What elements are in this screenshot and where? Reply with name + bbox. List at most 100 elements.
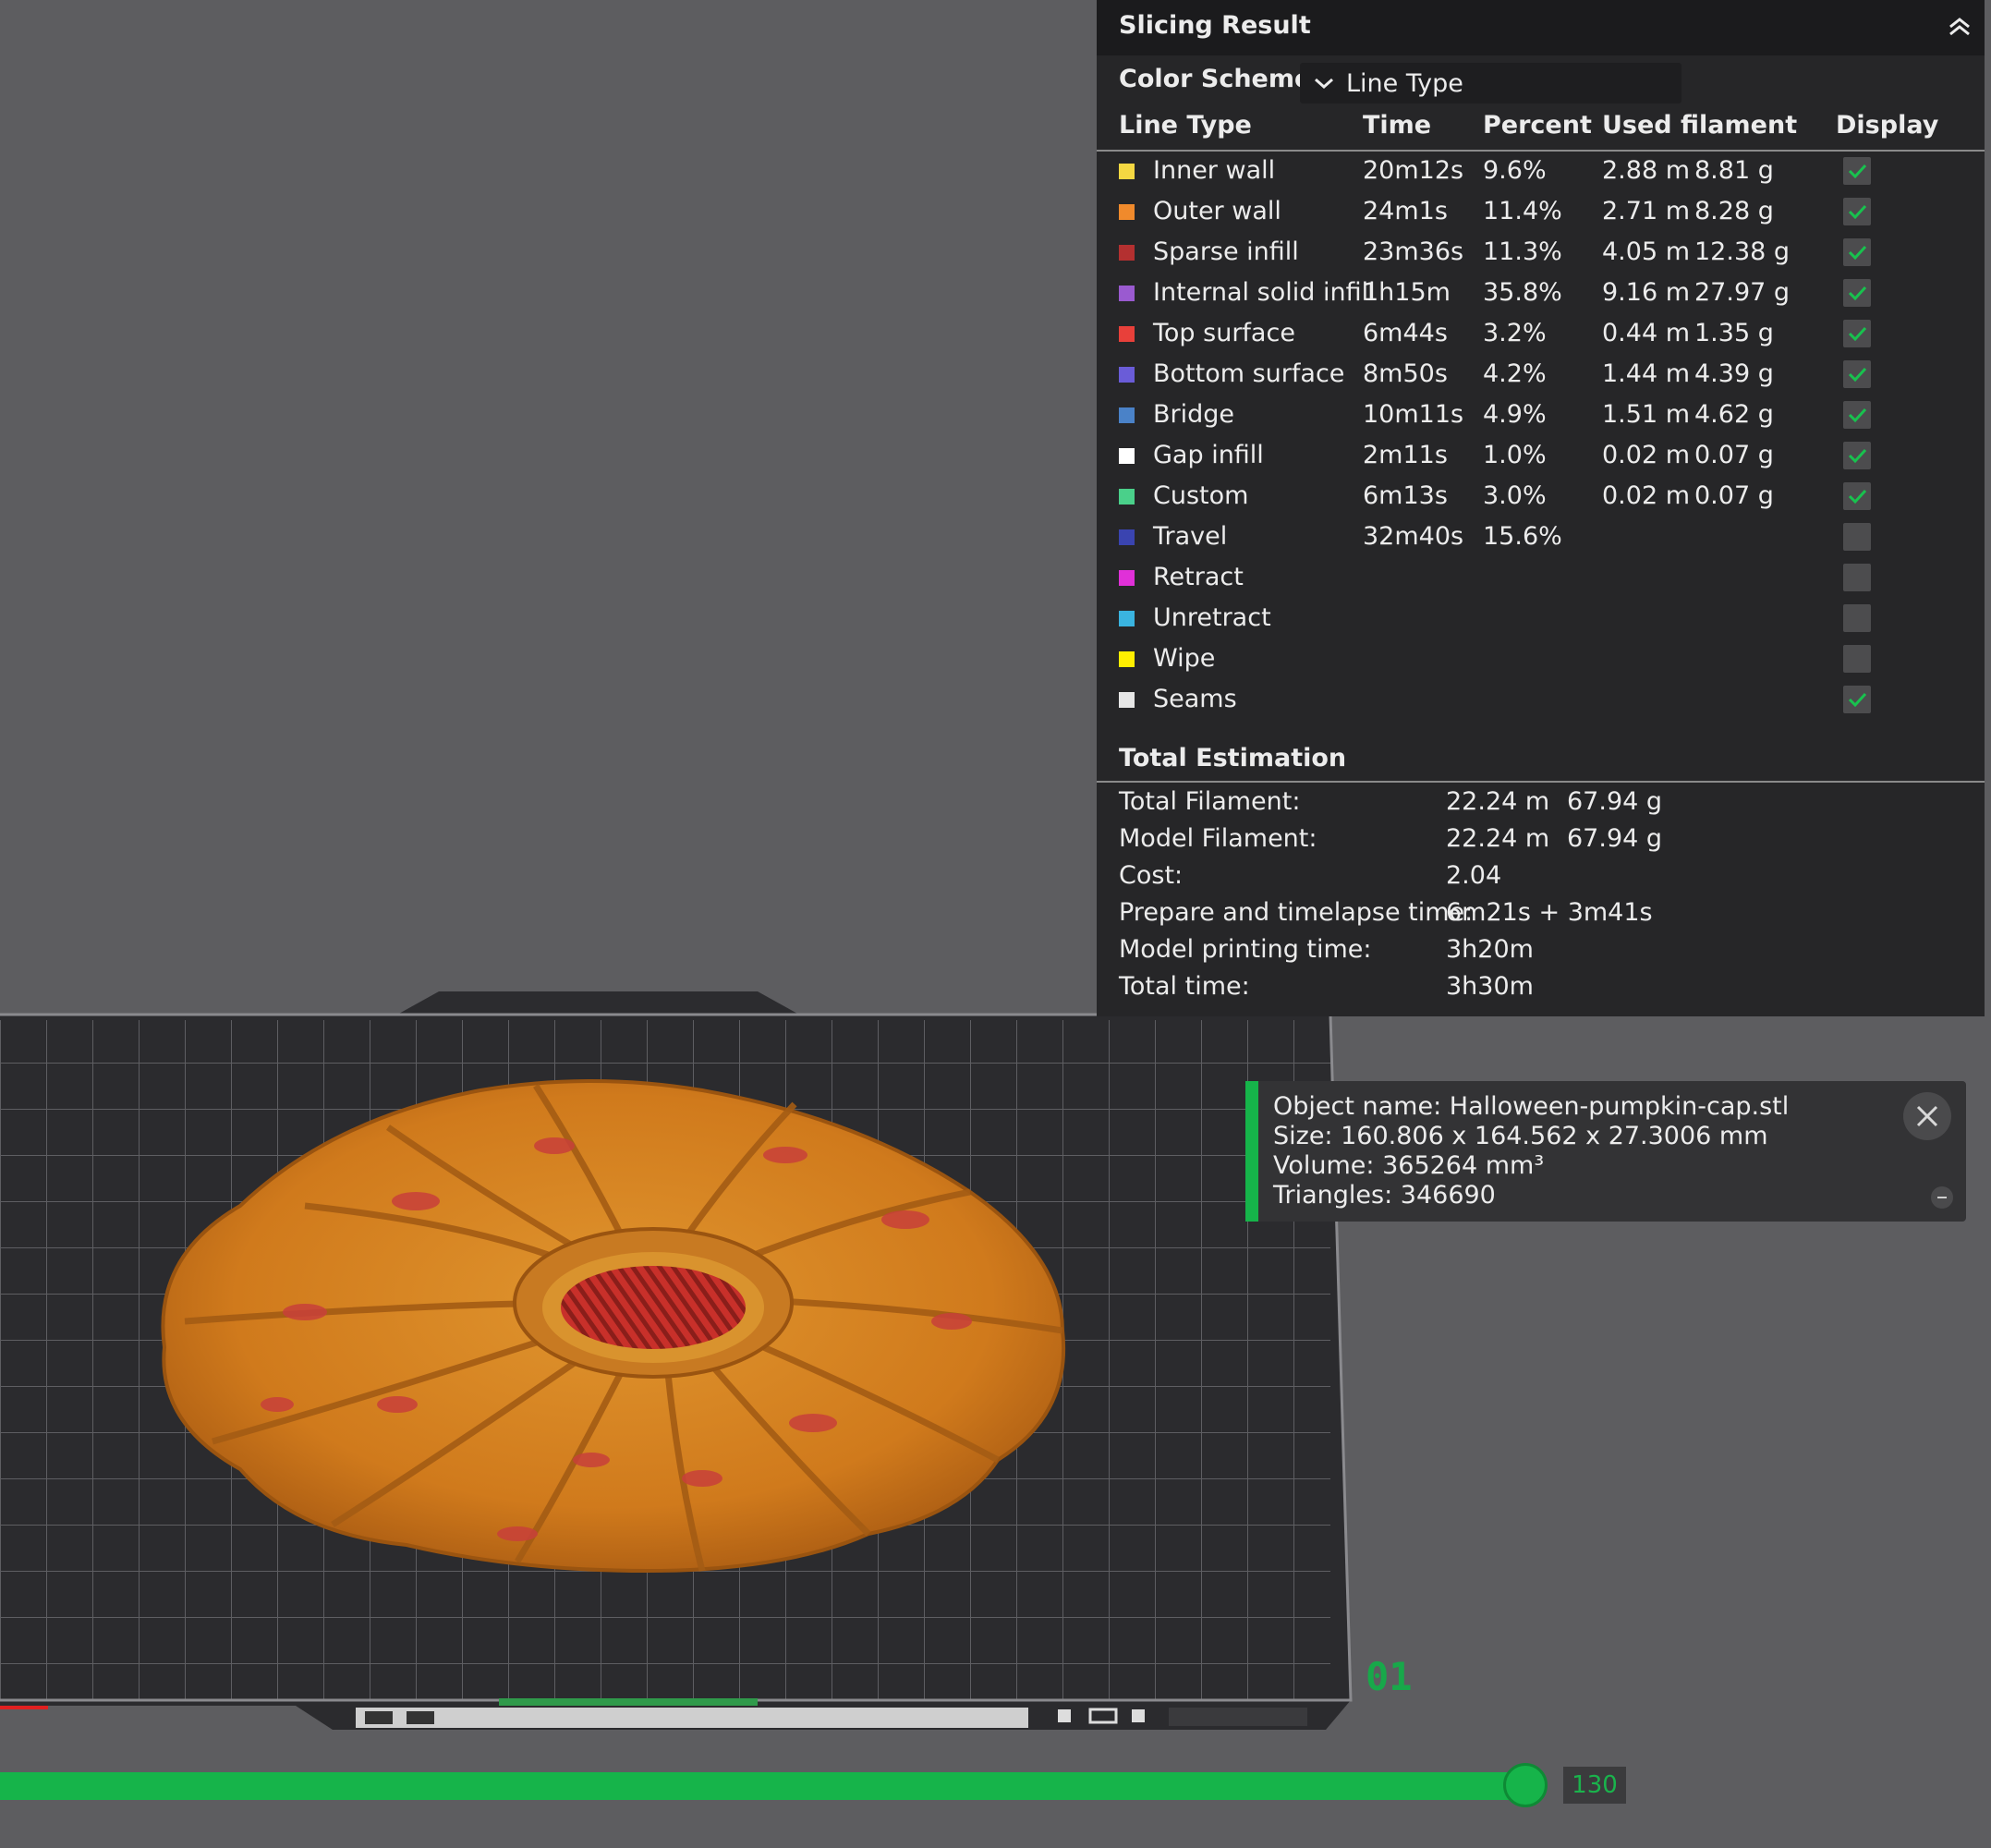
line-type-row: Bottom surface 8m50s 4.2% 1.44 m 4.39 g [1097,355,1985,395]
layer-slider-value: 130 [1563,1767,1626,1804]
total-value-secondary: 67.94 g [1567,787,1663,816]
color-swatch [1119,245,1135,261]
total-value-secondary: 67.94 g [1567,824,1663,853]
display-checkbox[interactable] [1843,523,1871,551]
total-label: Total Filament: [1119,787,1301,816]
color-scheme-label: Color Scheme [1119,65,1312,93]
color-swatch [1119,611,1135,626]
line-type-row: Seams [1097,680,1985,721]
total-label: Prepare and timelapse time: [1119,898,1474,927]
display-checkbox[interactable] [1843,442,1871,469]
line-type-row: Retract [1097,558,1985,599]
color-swatch [1119,326,1135,342]
row-filament-weight: 8.28 g [1694,197,1774,225]
display-checkbox[interactable] [1843,686,1871,713]
total-label: Total time: [1119,972,1250,1001]
line-type-row: Outer wall 24m1s 11.4% 2.71 m 8.28 g [1097,192,1985,233]
close-icon[interactable] [1903,1092,1951,1140]
display-checkbox[interactable] [1843,604,1871,632]
line-type-row: Bridge 10m11s 4.9% 1.51 m 4.62 g [1097,395,1985,436]
display-checkbox[interactable] [1843,320,1871,347]
display-checkbox[interactable] [1843,238,1871,266]
color-swatch [1119,204,1135,220]
total-row: Model Filament: 22.24 m 67.94 g [1097,824,1985,861]
collapse-chevron-up-icon[interactable] [1946,13,1973,41]
object-volume: Volume: 365264 mm³ [1273,1151,1545,1180]
row-time: 23m36s [1363,237,1464,266]
color-swatch [1119,407,1135,423]
row-filament-length: 9.16 m [1602,278,1691,307]
row-label: Sparse infill [1153,237,1299,266]
check-icon [1848,692,1867,708]
row-filament-weight: 12.38 g [1694,237,1791,266]
row-percent: 3.0% [1483,481,1547,510]
total-value: 3h20m [1446,935,1534,964]
header-display: Display [1836,111,1939,140]
layer-slider-handle[interactable] [1503,1763,1548,1807]
row-label: Custom [1153,481,1249,510]
row-time: 1h15m [1363,278,1451,307]
color-scheme-dropdown[interactable]: Line Type [1300,63,1681,103]
object-name: Object name: Halloween-pumpkin-cap.stl [1273,1092,1790,1121]
layer-slider-track[interactable] [0,1772,1524,1800]
check-icon [1848,326,1867,342]
row-percent: 1.0% [1483,441,1547,469]
display-checkbox[interactable] [1843,482,1871,510]
row-time: 24m1s [1363,197,1448,225]
row-percent: 4.2% [1483,359,1547,388]
total-row: Cost: 2.04 [1097,861,1985,898]
color-swatch [1119,692,1135,708]
display-checkbox[interactable] [1843,360,1871,388]
object-size: Size: 160.806 x 164.562 x 27.3006 mm [1273,1122,1768,1150]
check-icon [1848,245,1867,261]
total-row: Model printing time: 3h20m [1097,935,1985,972]
row-time: 20m12s [1363,156,1464,185]
line-type-row: Custom 6m13s 3.0% 0.02 m 0.07 g [1097,477,1985,517]
row-label: Bridge [1153,400,1235,429]
line-type-row: Sparse infill 23m36s 11.3% 4.05 m 12.38 g [1097,233,1985,274]
header-percent: Percent [1483,111,1592,140]
total-value: 2.04 [1446,861,1502,890]
line-type-row: Unretract [1097,599,1985,639]
total-row: Prepare and timelapse time: 6m21s + 3m41s [1097,898,1985,935]
line-type-row: Top surface 6m44s 3.2% 0.44 m 1.35 g [1097,314,1985,355]
row-time: 8m50s [1363,359,1448,388]
row-percent: 15.6% [1483,522,1562,551]
display-checkbox[interactable] [1843,198,1871,225]
check-icon [1848,286,1867,301]
line-type-row: Inner wall 20m12s 9.6% 2.88 m 8.81 g [1097,152,1985,192]
display-checkbox[interactable] [1843,401,1871,429]
row-percent: 4.9% [1483,400,1547,429]
row-filament-length: 2.71 m [1602,197,1691,225]
row-label: Wipe [1153,644,1216,673]
display-checkbox[interactable] [1843,157,1871,185]
total-row: Total Filament: 22.24 m 67.94 g [1097,787,1985,824]
total-label: Model Filament: [1119,824,1317,853]
check-icon [1848,204,1867,220]
row-filament-weight: 4.62 g [1694,400,1774,429]
color-swatch [1119,570,1135,586]
row-label: Internal solid infill [1153,278,1376,307]
display-checkbox[interactable] [1843,279,1871,307]
display-checkbox[interactable] [1843,645,1871,673]
row-filament-length: 4.05 m [1602,237,1691,266]
display-checkbox[interactable] [1843,564,1871,591]
color-swatch [1119,489,1135,505]
total-label: Cost: [1119,861,1184,890]
row-label: Top surface [1153,319,1295,347]
object-info-popup: Object name: Halloween-pumpkin-cap.stl S… [1245,1081,1966,1222]
color-swatch [1119,164,1135,179]
row-percent: 11.4% [1483,197,1562,225]
row-filament-length: 2.88 m [1602,156,1691,185]
total-value: 3h30m [1446,972,1534,1001]
row-filament-weight: 8.81 g [1694,156,1774,185]
row-filament-weight: 0.07 g [1694,481,1774,510]
slicing-result-panel: Slicing Result Color Scheme Line Type Li… [1097,0,1985,1016]
color-scheme-value: Line Type [1346,69,1463,98]
line-type-row: Internal solid infill 1h15m 35.8% 9.16 m 27.… [1097,274,1985,314]
total-value: 6m21s + 3m41s [1446,898,1653,927]
minus-icon[interactable] [1931,1186,1953,1209]
row-filament-length: 1.44 m [1602,359,1691,388]
row-percent: 3.2% [1483,319,1547,347]
row-filament-length: 0.44 m [1602,319,1691,347]
